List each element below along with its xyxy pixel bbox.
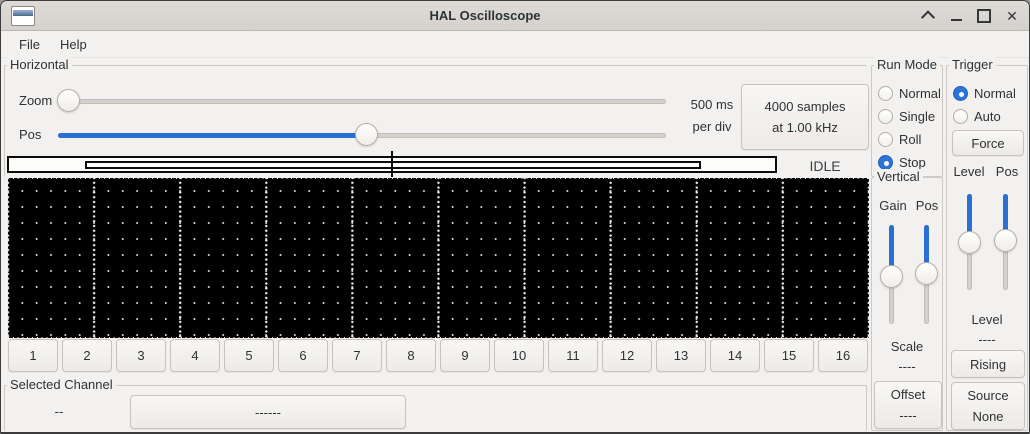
trigger-slope-button[interactable]: Rising [951,350,1025,378]
channel-button[interactable]: 12 [602,339,652,372]
vertical-section: Vertical Gain Pos Scale ---- Offset ---- [871,177,943,431]
title-bar: HAL Oscilloscope ✕ [1,1,1029,31]
radio-icon [878,132,893,147]
run-mode-option[interactable]: Roll [872,128,942,151]
time-per-div-readout: 500 ms per div [681,94,743,138]
run-mode-option[interactable]: Single [872,105,942,128]
channel-button[interactable]: 15 [764,339,814,372]
trigger-pos-slider[interactable] [994,194,1017,290]
channel-button-row: 12345678910111213141516 [8,339,868,372]
slider-track[interactable] [58,99,666,104]
menu-item[interactable]: Help [50,33,97,56]
samples-rate-button[interactable]: 4000 samples at 1.00 kHz [741,84,869,150]
channel-button[interactable]: 16 [818,339,868,372]
record-view-region[interactable] [85,161,701,169]
zoom-slider-label: Zoom [19,93,52,108]
radio-icon [953,86,968,101]
scope-display [8,178,869,338]
pos-slider-label: Pos [19,127,41,142]
vertical-label: Vertical [874,169,923,185]
shade-window-button[interactable] [921,9,935,23]
window-controls: ✕ [921,1,1019,31]
vertical-pos-slider[interactable] [915,225,938,324]
gain-slider-label: Gain [876,198,910,213]
vertical-pos-slider-label: Pos [912,198,942,213]
trigger-mode-option[interactable]: Auto [947,105,1027,128]
horizontal-section-label: Horizontal [7,57,72,73]
selected-channel-label: Selected Channel [7,377,116,393]
menu-bar: FileHelp [1,32,1029,58]
vertical-gain-slider[interactable] [880,225,903,324]
channel-button[interactable]: 8 [386,339,436,372]
selected-channel-name-button[interactable]: ------ [130,395,406,429]
radio-icon [878,86,893,101]
channel-button[interactable]: 6 [278,339,328,372]
slider-handle[interactable] [958,231,981,254]
trigger-pos-slider-label: Pos [991,164,1023,179]
menu-item[interactable]: File [9,33,50,56]
maximize-button[interactable] [977,9,991,23]
horizontal-zoom-slider[interactable] [58,89,666,113]
selected-channel-number: -- [43,404,75,419]
capture-status: IDLE [795,158,855,174]
channel-button[interactable]: 14 [710,339,760,372]
radio-icon [878,155,893,170]
slider-handle[interactable] [57,89,80,112]
horizontal-pos-slider[interactable] [58,123,666,147]
scale-caption: Scale [872,339,942,354]
window-title: HAL Oscilloscope [1,1,969,31]
trigger-level-slider[interactable] [958,194,981,290]
horizontal-section: Horizontal Zoom Pos 500 ms per div 4000 … [4,65,867,177]
channel-button[interactable]: 1 [8,339,58,372]
channel-button[interactable]: 5 [224,339,274,372]
selected-channel-section: Selected Channel -- ------ [4,385,867,431]
force-trigger-button[interactable]: Force [952,130,1024,156]
minimize-button[interactable] [949,9,963,23]
offset-button[interactable]: Offset ---- [874,381,942,429]
trigger-mode-options: NormalAuto [947,82,1027,128]
scale-value: ---- [872,359,942,374]
slider-fill [58,133,366,138]
trigger-level-slider-label: Level [949,164,989,179]
radio-icon [878,109,893,124]
run-mode-options: NormalSingleRollStop [872,82,942,174]
app-window: HAL Oscilloscope ✕ FileHelp Horizontal Z… [0,0,1030,434]
trigger-mode-option[interactable]: Normal [947,82,1027,105]
channel-button[interactable]: 9 [440,339,490,372]
trigger-level-caption: Level [947,312,1027,327]
slider-handle[interactable] [355,123,378,146]
trigger-position-marker[interactable] [391,151,393,177]
trigger-source-button[interactable]: Source None [951,382,1025,430]
channel-button[interactable]: 11 [548,339,598,372]
radio-icon [953,109,968,124]
run-mode-option[interactable]: Normal [872,82,942,105]
run-mode-section: Run Mode NormalSingleRollStop [871,65,943,177]
slider-handle[interactable] [994,229,1017,252]
slider-handle[interactable] [915,262,938,285]
channel-button[interactable]: 4 [170,339,220,372]
trigger-level-value: ---- [947,332,1027,347]
channel-button[interactable]: 7 [332,339,382,372]
channel-button[interactable]: 13 [656,339,706,372]
close-button[interactable]: ✕ [1005,9,1019,23]
slider-handle[interactable] [880,265,903,288]
channel-button[interactable]: 3 [116,339,166,372]
run-mode-label: Run Mode [874,57,940,73]
trigger-label: Trigger [949,57,996,73]
channel-button[interactable]: 10 [494,339,544,372]
trigger-section: Trigger NormalAuto Force Level Pos Level… [946,65,1028,431]
channel-button[interactable]: 2 [62,339,112,372]
